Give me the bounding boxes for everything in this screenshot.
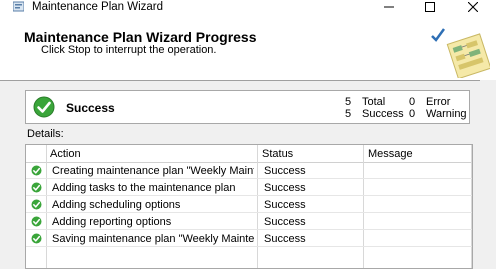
page-subtitle: Click Stop to interrupt the operation.: [41, 44, 217, 56]
warning-count: 0: [409, 108, 416, 120]
status-cell: Success: [264, 182, 306, 194]
table-row[interactable]: Creating maintenance plan "Weekly Mainte…: [26, 162, 472, 179]
wizard-window: Maintenance Plan Wizard Maintenance Plan…: [0, 0, 496, 269]
page-title: Maintenance Plan Wizard Progress: [24, 29, 257, 45]
action-cell: Saving maintenance plan "Weekly Maintena…: [52, 233, 254, 245]
table-row[interactable]: Adding reporting options Success: [26, 213, 472, 230]
success-icon: [31, 182, 42, 193]
window-edge: [480, 80, 496, 269]
column-header-status[interactable]: Status: [262, 148, 293, 160]
minimize-icon: [384, 6, 394, 8]
summary-panel: Success 5 Total 0 Error 5 Success 0 Warn…: [25, 90, 470, 124]
close-button[interactable]: [456, 0, 490, 14]
error-count: 0: [409, 96, 416, 108]
table-row[interactable]: Saving maintenance plan "Weekly Maintena…: [26, 230, 472, 247]
warning-label: Warning: [426, 108, 467, 120]
table-row[interactable]: Adding scheduling options Success: [26, 196, 472, 213]
status-cell: Success: [264, 216, 306, 228]
details-label: Details:: [27, 128, 64, 140]
column-header-message[interactable]: Message: [368, 148, 413, 160]
wizard-header: Maintenance Plan Wizard Progress Click S…: [0, 20, 496, 81]
minimize-button[interactable]: [372, 0, 406, 14]
total-label: Total: [362, 96, 386, 108]
success-label: Success: [362, 108, 404, 120]
wizard-graphic-icon: [431, 28, 490, 78]
close-icon: [468, 2, 478, 12]
column-header-action[interactable]: Action: [50, 148, 81, 160]
maximize-icon: [425, 2, 435, 12]
table-row[interactable]: Adding tasks to the maintenance plan Suc…: [26, 179, 472, 196]
success-count: 5: [345, 108, 352, 120]
total-count: 5: [345, 96, 352, 108]
success-icon: [31, 216, 42, 227]
window-title: Maintenance Plan Wizard: [32, 1, 164, 13]
summary-status: Success: [66, 101, 115, 115]
action-cell: Adding scheduling options: [52, 199, 181, 211]
success-icon: [33, 96, 55, 118]
error-label: Error: [426, 96, 451, 108]
success-icon: [31, 233, 42, 244]
success-icon: [31, 199, 42, 210]
status-cell: Success: [264, 233, 306, 245]
action-cell: Adding tasks to the maintenance plan: [52, 182, 236, 194]
maximize-button[interactable]: [413, 0, 447, 14]
details-grid[interactable]: Action Status Message Creating maintenan…: [25, 144, 473, 269]
action-cell: Creating maintenance plan "Weekly Mainte…: [52, 165, 254, 177]
status-cell: Success: [264, 199, 306, 211]
app-icon: [13, 1, 24, 12]
title-bar[interactable]: Maintenance Plan Wizard: [0, 0, 496, 20]
status-cell: Success: [264, 165, 306, 177]
success-icon: [31, 165, 42, 176]
grid-header: Action Status Message: [26, 145, 472, 163]
action-cell: Adding reporting options: [52, 216, 172, 228]
